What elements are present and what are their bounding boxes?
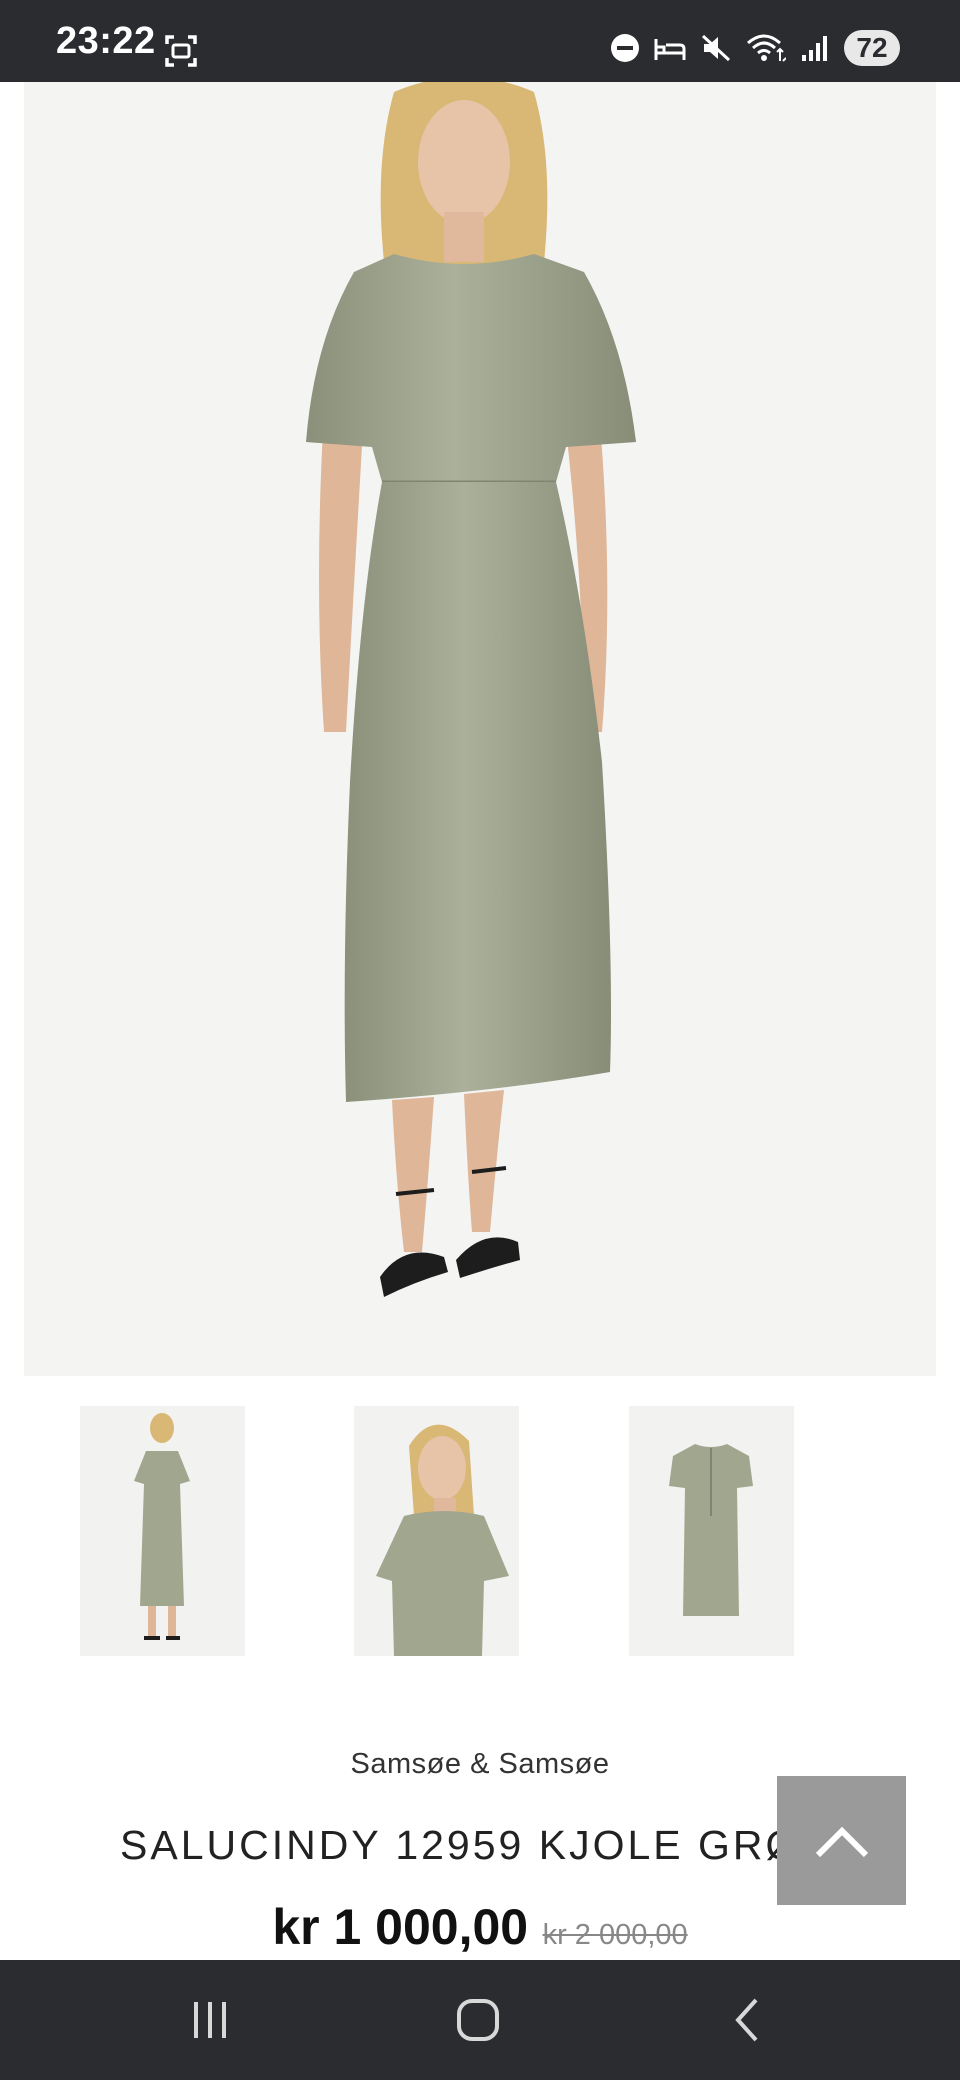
scroll-to-top-button[interactable] [777, 1776, 906, 1905]
back-button[interactable] [708, 1990, 788, 2050]
home-button[interactable] [438, 1990, 518, 2050]
status-icons: 72 [610, 28, 900, 68]
thumbnail-side-image [376, 1424, 509, 1656]
product-title: SALUCINDY 12959 KJOLE GRØNN [120, 1822, 866, 1868]
battery-icon: 72 [844, 30, 900, 66]
system-navigation-bar [0, 1960, 960, 2080]
signal-icon [800, 33, 830, 63]
recents-icon [194, 2002, 226, 2038]
price-current: kr 1 000,00 [272, 1899, 529, 1955]
thumbnail-front-image [134, 1413, 190, 1640]
thumbnail-back-image [669, 1444, 753, 1616]
chevron-up-icon [815, 1826, 868, 1857]
thumbnail-front[interactable] [80, 1406, 245, 1656]
status-bar: 23:22 72 [0, 0, 960, 82]
thumbnail-back[interactable] [629, 1406, 794, 1656]
home-icon [457, 1999, 499, 2041]
price-old: kr 2 000,00 [542, 1919, 688, 1951]
battery-level: 72 [856, 32, 888, 63]
model-front-illustration [306, 82, 636, 1297]
recents-button[interactable] [170, 1990, 250, 2050]
status-time: 23:22 [56, 20, 156, 62]
wifi-icon [746, 33, 786, 63]
price-row: kr 1 000,00 kr 2 000,00 [0, 1898, 960, 1956]
thumbnail-gallery [0, 1406, 960, 1656]
sleep-mode-icon [654, 33, 686, 63]
thumbnail-side[interactable] [354, 1406, 519, 1656]
main-product-image[interactable] [24, 82, 936, 1376]
do-not-disturb-icon [610, 33, 640, 63]
screenshot-icon [164, 34, 198, 68]
mute-icon [700, 33, 732, 63]
back-icon [735, 1998, 758, 2042]
